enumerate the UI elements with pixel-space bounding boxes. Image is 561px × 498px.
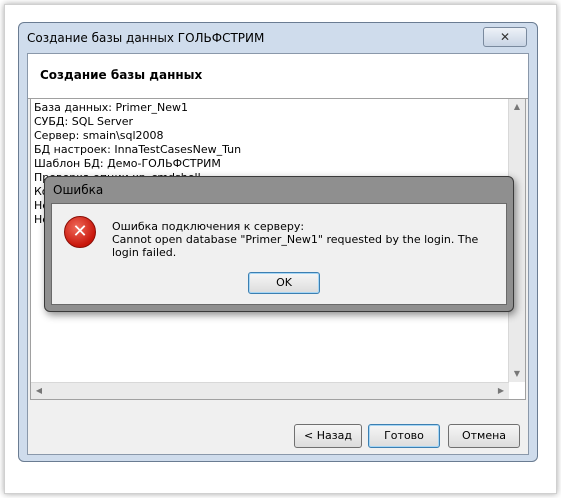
error-dialog: Ошибка ✕ Ошибка подключения к серверу: C… (44, 176, 514, 312)
window-title: Создание базы данных ГОЛЬФСТРИМ (27, 31, 265, 45)
close-icon: ✕ (499, 30, 511, 44)
done-button[interactable]: Готово (368, 424, 440, 448)
close-button[interactable]: ✕ (483, 27, 527, 47)
dialog-client: ✕ Ошибка подключения к серверу: Cannot o… (51, 203, 507, 305)
log-line: БД настроек: InnaTestCasesNew_Tun (34, 143, 242, 156)
log-line: База данных: Primer_New1 (34, 101, 189, 114)
error-message-line2: Cannot open database "Primer_New1" reque… (112, 233, 479, 259)
dialog-title: Ошибка (53, 183, 104, 197)
log-line: СУБД: SQL Server (34, 115, 134, 128)
scroll-down-icon[interactable]: ▼ (509, 366, 525, 382)
cancel-button[interactable]: Отмена (448, 424, 520, 448)
error-message: Ошибка подключения к серверу: Cannot ope… (112, 220, 506, 259)
back-button[interactable]: < Назад (294, 424, 362, 448)
log-line: Сервер: smain\sql2008 (34, 129, 164, 142)
ok-button[interactable]: OK (248, 272, 320, 294)
error-message-line1: Ошибка подключения к серверу: (112, 220, 305, 233)
error-icon: ✕ (64, 216, 96, 248)
scroll-right-icon[interactable]: ▶ (493, 383, 509, 399)
scroll-left-icon[interactable]: ◀ (31, 383, 47, 399)
scroll-up-icon[interactable]: ▲ (509, 99, 525, 115)
log-line: Шаблон БД: Демо-ГОЛЬФСТРИМ (34, 157, 221, 170)
horizontal-scrollbar[interactable]: ◀ ▶ (31, 382, 509, 399)
page-title: Создание базы данных (40, 68, 203, 82)
header-band: Создание базы данных (28, 54, 528, 99)
